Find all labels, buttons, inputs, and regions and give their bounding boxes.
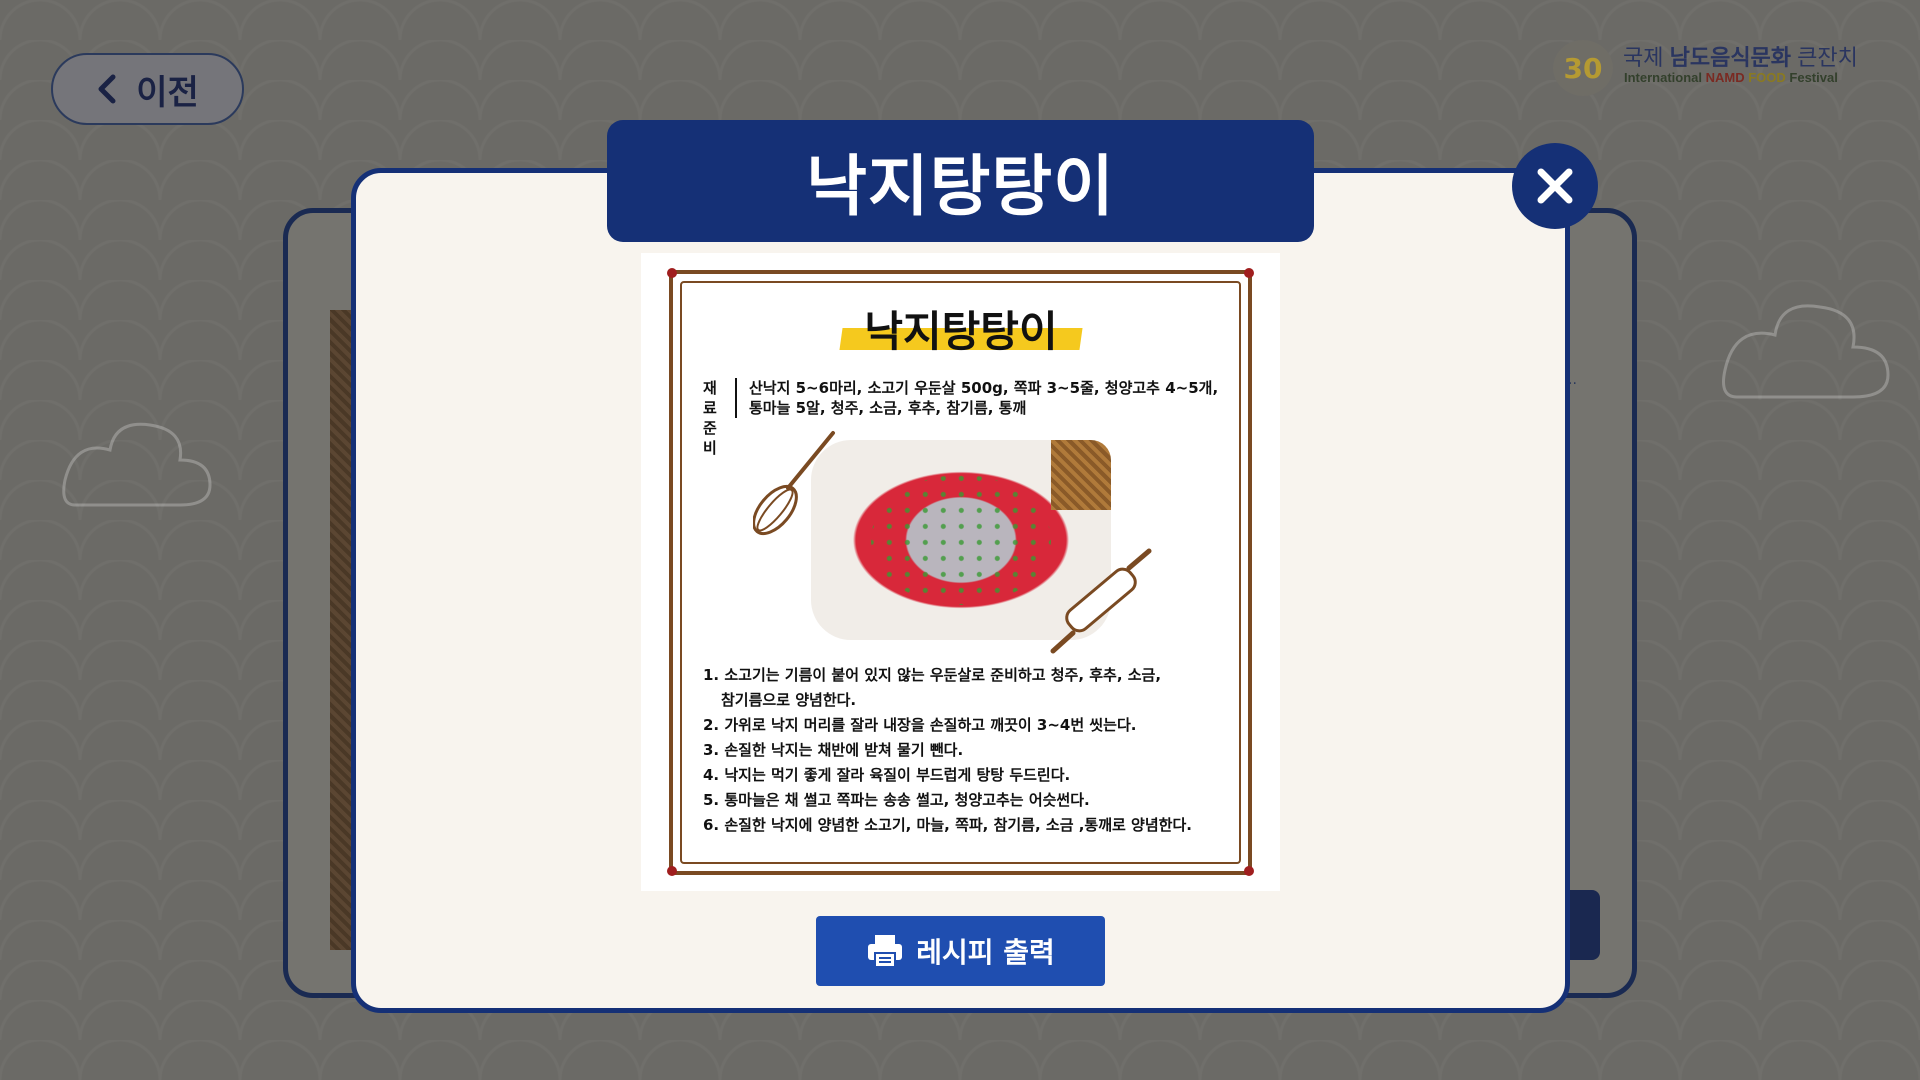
recipe-step: 5. 통마늘은 채 썰고 쪽파는 송송 썰고, 청양고추는 어슷썬다. [703, 791, 1090, 809]
ingredients-section: 재료 준비 산낙지 5~6마리, 소고기 우둔살 500g, 쪽파 3~5줄, … [703, 378, 1223, 457]
back-button[interactable]: 이전 [51, 53, 244, 125]
close-icon [1537, 168, 1573, 204]
recipe-card-title-wrap: 낙지탕탕이 [839, 298, 1083, 358]
close-button[interactable] [1512, 143, 1598, 229]
recipe-card-title: 낙지탕탕이 [864, 307, 1058, 356]
frame-corner-dot [667, 866, 677, 876]
recipe-step: 4. 낙지는 먹기 좋게 잘라 육질이 부드럽게 탕탕 두드린다. [703, 766, 1071, 784]
rolling-pin-illustration [1050, 548, 1152, 654]
back-button-label: 이전 [136, 72, 199, 113]
recipe-steps: 1. 소고기는 기름이 붙어 있지 않는 우둔살로 준비하고 청주, 후추, 소… [703, 663, 1243, 838]
recipe-card-image: 낙지탕탕이 재료 준비 산낙지 5~6마리, 소고기 우둔살 500g, 쪽파 … [641, 253, 1280, 891]
ingredients-text: 산낙지 5~6마리, 소고기 우둔살 500g, 쪽파 3~5줄, 청양고추 4… [749, 379, 1219, 417]
festival-name-en: International NAMD FOOD Festival [1624, 70, 1838, 85]
cloud-ornament-right [1722, 304, 1890, 399]
recipe-step: 2. 가위로 낙지 머리를 잘라 내장을 손질하고 깨끗이 3~4번 씻는다. [703, 716, 1137, 734]
print-recipe-button[interactable]: 레시피 출력 [816, 916, 1105, 986]
festival-logo: 30 국제 남도음식문화 큰잔치 International NAMD FOOD… [1553, 38, 1893, 98]
recipe-step: 1. 소고기는 기름이 붙어 있지 않는 우둔살로 준비하고 청주, 후추, 소… [703, 666, 1162, 684]
recipe-step: 3. 손질한 낙지는 채반에 받쳐 물기 뺀다. [703, 741, 964, 759]
cloud-ornament-left [62, 422, 212, 507]
print-button-label: 레시피 출력 [916, 936, 1055, 969]
festival-name-ko: 국제 남도음식문화 큰잔치 [1623, 45, 1858, 70]
ingredients-label: 재료 준비 [703, 378, 737, 457]
frame-corner-dot [1244, 866, 1254, 876]
chevron-left-icon [98, 74, 116, 104]
modal-title: 낙지탕탕이 [806, 148, 1115, 225]
background-basket-image [330, 310, 352, 950]
recipe-step: 6. 손질한 낙지에 양념한 소고기, 마늘, 쪽파, 참기름, 소금 ,통깨로… [703, 816, 1192, 834]
recipe-step-continued: 참기름으로 양념한다. [721, 691, 857, 709]
frame-corner-dot [1244, 268, 1254, 278]
printer-icon [868, 935, 903, 968]
frame-corner-dot [667, 268, 677, 278]
modal-title-bar: 낙지탕탕이 [607, 120, 1314, 242]
festival-logo-mark: 30 [1553, 40, 1613, 96]
dish-photo-basket [1051, 440, 1111, 510]
